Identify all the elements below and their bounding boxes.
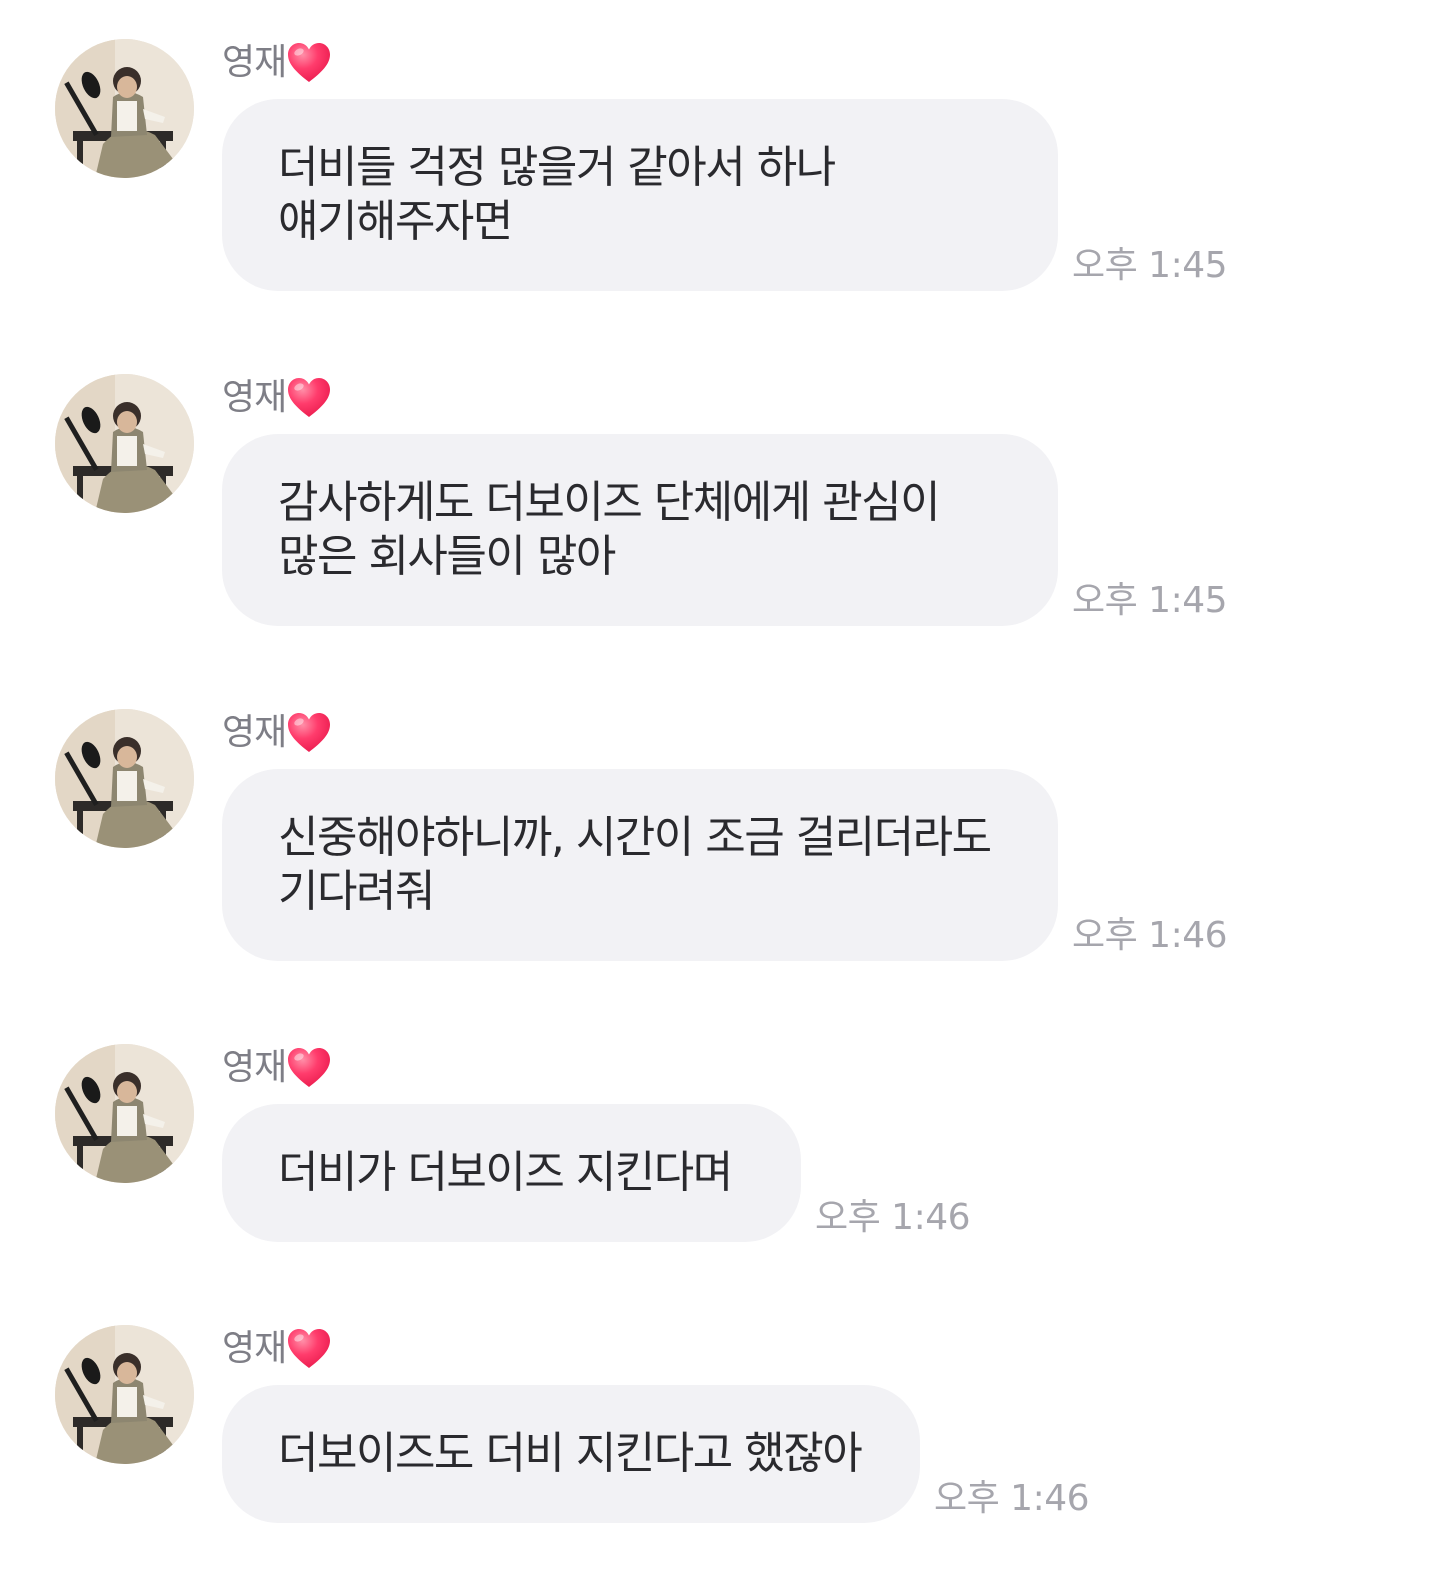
avatar-photo-icon [55, 1325, 194, 1464]
heart-icon [288, 43, 331, 82]
message-text: 더보이즈도 더비 지킨다고 했잖아 [278, 1428, 863, 1479]
heart-icon [288, 378, 331, 417]
message-text: 더비들 걱정 많을거 같아서 하나 얘기해주자면 [278, 142, 836, 247]
avatar-photo-icon [55, 39, 194, 178]
sender-name-row: 영재 [222, 1324, 332, 1374]
message-bubble[interactable]: 더보이즈도 더비 지킨다고 했잖아 [222, 1385, 920, 1523]
heart-icon [288, 1048, 331, 1087]
message-time: 오후 1:45 [1072, 580, 1228, 621]
sender-name-row: 영재 [222, 1043, 332, 1093]
message-time: 오후 1:46 [815, 1197, 971, 1238]
avatar[interactable] [55, 39, 194, 178]
message-time: 오후 1:46 [934, 1478, 1090, 1519]
sender-name: 영재 [222, 377, 287, 418]
avatar-photo-icon [55, 374, 194, 513]
sender-name: 영재 [222, 712, 287, 753]
avatar[interactable] [55, 374, 194, 513]
avatar-photo-icon [55, 709, 194, 848]
message-text: 감사하게도 더보이즈 단체에게 관심이 많은 회사들이 많아 [278, 477, 941, 582]
sender-name-row: 영재 [222, 38, 332, 88]
sender-name: 영재 [222, 1047, 287, 1088]
sender-name: 영재 [222, 1328, 287, 1369]
avatar[interactable] [55, 1325, 194, 1464]
heart-icon [288, 1329, 331, 1368]
avatar-photo-icon [55, 1044, 194, 1183]
message-text: 신중해야하니까, 시간이 조금 걸리더라도 기다려줘 [278, 812, 992, 917]
sender-name: 영재 [222, 42, 287, 83]
avatar[interactable] [55, 1044, 194, 1183]
message-bubble[interactable]: 신중해야하니까, 시간이 조금 걸리더라도 기다려줘 [222, 769, 1058, 961]
message-bubble[interactable]: 더비가 더보이즈 지킨다며 [222, 1104, 801, 1242]
avatar[interactable] [55, 709, 194, 848]
message-bubble[interactable]: 감사하게도 더보이즈 단체에게 관심이 많은 회사들이 많아 [222, 434, 1058, 626]
message-time: 오후 1:46 [1072, 915, 1228, 956]
message-time: 오후 1:45 [1072, 245, 1228, 286]
message-bubble[interactable]: 더비들 걱정 많을거 같아서 하나 얘기해주자면 [222, 99, 1058, 291]
message-text: 더비가 더보이즈 지킨다며 [278, 1147, 733, 1198]
sender-name-row: 영재 [222, 708, 332, 758]
heart-icon [288, 713, 331, 752]
sender-name-row: 영재 [222, 373, 332, 423]
